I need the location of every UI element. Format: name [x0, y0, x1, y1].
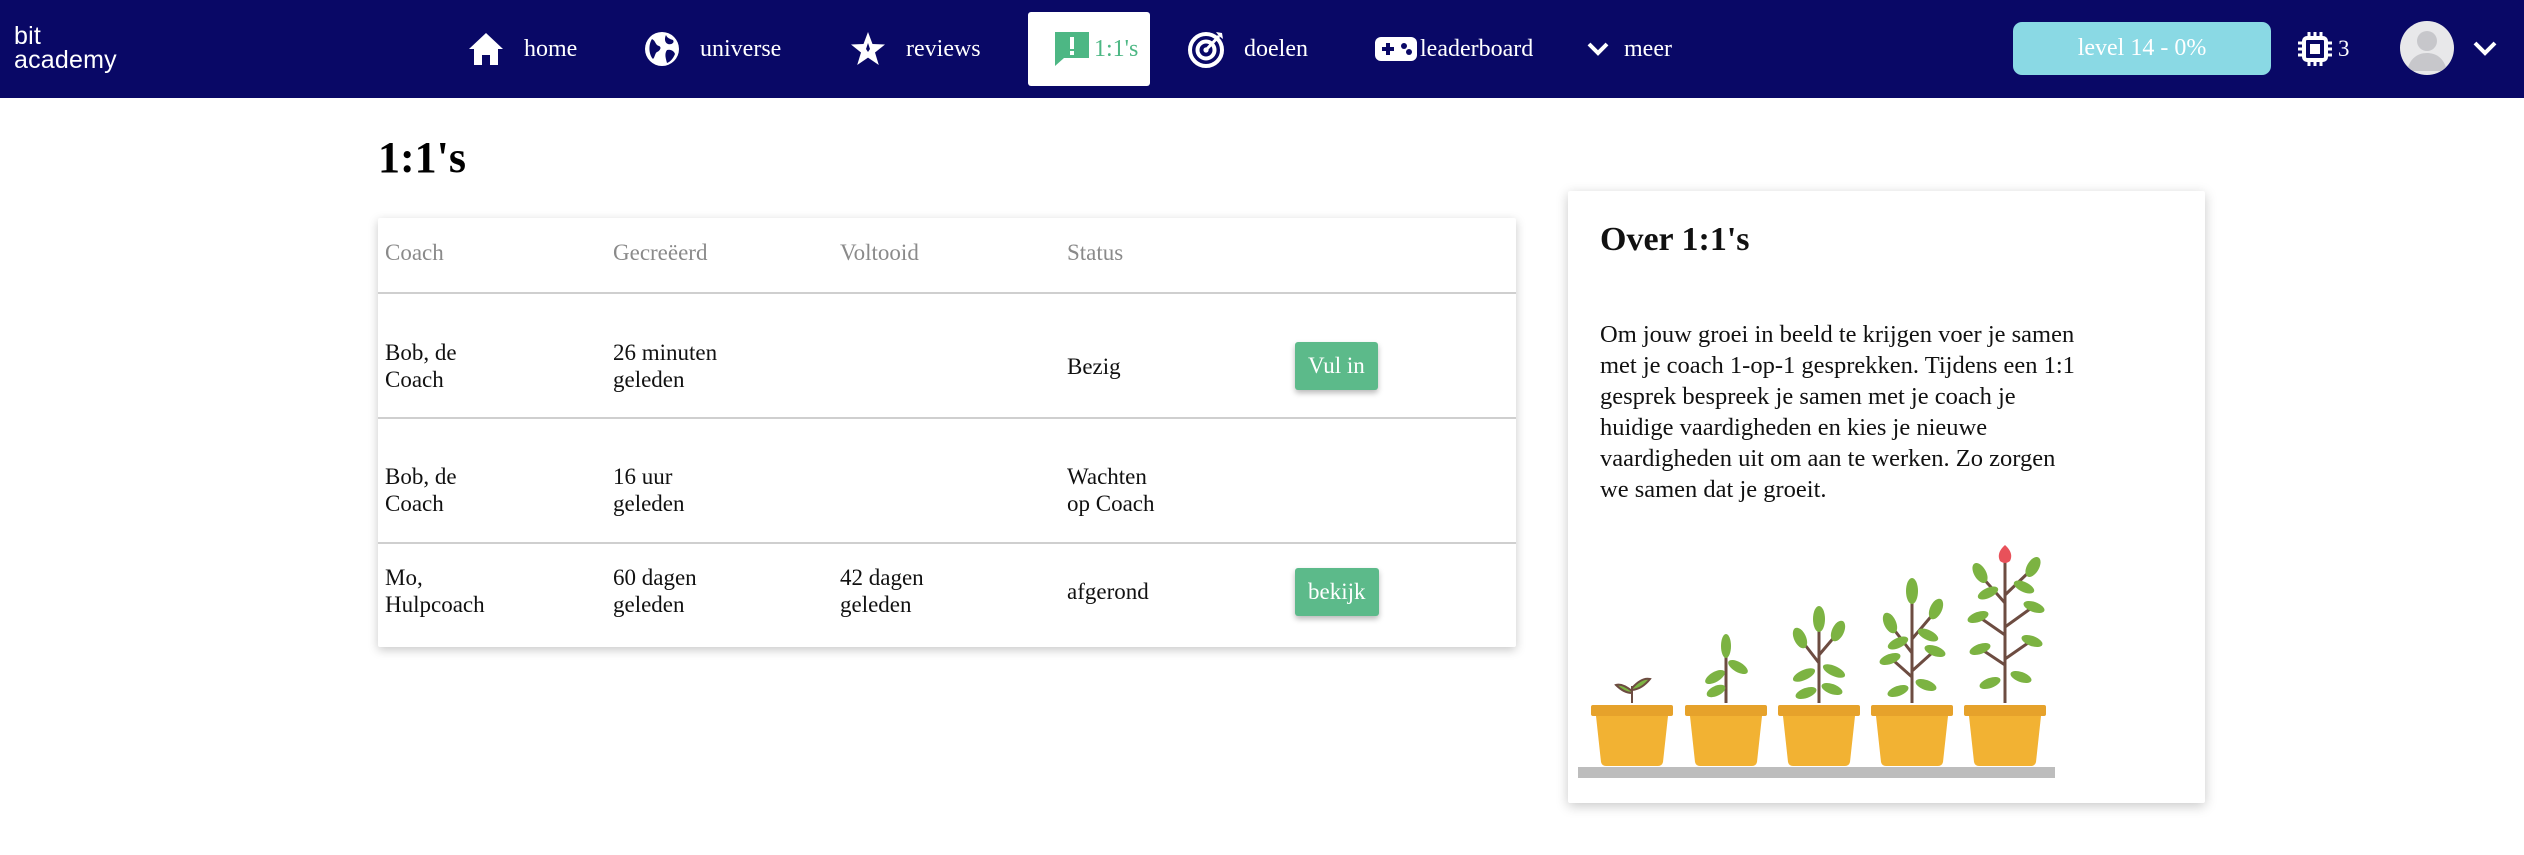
nav-label-reviews: reviews [906, 35, 981, 62]
plant-pot-2 [1685, 634, 1767, 766]
top-navbar: bit academy home universe reviews 1:1's … [0, 0, 2524, 98]
nav-label-one-on-ones: 1:1's [1094, 35, 1139, 62]
nav-item-home[interactable]: home [466, 12, 577, 86]
about-title: Over 1:1's [1600, 221, 1750, 258]
cell-created: 26 minuten geleden [613, 340, 718, 392]
header-status: Status [1067, 240, 1124, 265]
table-row: Bob, de Coach 26 minuten geleden Bezig V… [378, 294, 1516, 419]
nav-item-leaderboard[interactable]: leaderboard [1374, 12, 1533, 86]
credits-count: 3 [2338, 36, 2350, 61]
nav-label-leaderboard: leaderboard [1420, 35, 1534, 62]
cell-created: 16 uur geleden [613, 464, 685, 516]
plant-pot-5 [1964, 545, 2046, 766]
home-icon [466, 29, 506, 69]
header-completed: Voltooid [840, 240, 919, 265]
chip-icon [2296, 30, 2334, 68]
about-card: Over 1:1's Om jouw groei in beeld te kri… [1568, 191, 2205, 803]
fill-in-button[interactable]: Vul in [1295, 342, 1378, 390]
chat-exclamation-icon [1052, 29, 1092, 69]
table-row: Bob, de Coach 16 uur geleden Wachten op … [378, 419, 1516, 544]
about-text: Om jouw groei in beeld te krijgen voer j… [1600, 321, 2075, 503]
cell-status: Wachten op Coach [1067, 464, 1155, 516]
globe-icon [642, 29, 682, 69]
nav-label-meer: meer [1624, 35, 1672, 62]
plant-pot-3 [1778, 606, 1860, 766]
nav-item-reviews[interactable]: reviews [848, 12, 981, 86]
flower-bud [1998, 545, 2012, 563]
header-coach: Coach [385, 240, 444, 265]
cell-status: afgerond [1067, 579, 1149, 604]
credits-counter[interactable]: 3 [2296, 28, 2350, 70]
gamepad-icon [1374, 29, 1418, 69]
chevron-down-icon [1586, 29, 1610, 69]
view-button[interactable]: bekijk [1295, 568, 1379, 616]
table-header: Coach Gecreëerd Voltooid Status [378, 218, 1516, 294]
level-progress-button[interactable]: level 14 - 0% [2013, 22, 2271, 75]
account-menu-chevron-icon[interactable] [2470, 36, 2500, 60]
cell-coach: Mo, Hulpcoach [385, 565, 485, 617]
cell-completed: 42 dagen geleden [840, 565, 924, 617]
nav-label-home: home [524, 35, 578, 62]
avatar[interactable] [2400, 21, 2454, 75]
plant-pot-1 [1591, 677, 1673, 766]
nav-label-universe: universe [700, 35, 782, 62]
plant-pot-4 [1871, 578, 1953, 766]
nav-item-meer[interactable]: meer [1586, 12, 1672, 86]
table-row: Mo, Hulpcoach 60 dagen geleden 42 dagen … [378, 544, 1516, 647]
header-created: Gecreëerd [613, 240, 708, 265]
nav-item-one-on-ones[interactable]: 1:1's [1028, 12, 1151, 86]
shelf [1578, 767, 2055, 778]
logo-line-2: academy [14, 46, 117, 74]
bit-academy-logo[interactable]: bit academy [14, 22, 117, 74]
one-on-ones-table: Coach Gecreëerd Voltooid Status Bob, de … [378, 218, 1516, 647]
cell-coach: Bob, de Coach [385, 464, 457, 516]
page-title: 1:1's [378, 133, 466, 182]
nav-item-universe[interactable]: universe [642, 12, 781, 86]
growing-plants-illustration [1578, 545, 2055, 778]
cell-created: 60 dagen geleden [613, 565, 697, 617]
nav-item-doelen[interactable]: doelen [1186, 12, 1308, 86]
cell-status: Bezig [1067, 354, 1121, 379]
nav-label-doelen: doelen [1244, 35, 1308, 62]
cell-coach: Bob, de Coach [385, 340, 457, 392]
logo-line-1: bit [14, 22, 42, 50]
user-silhouette-icon [2407, 31, 2447, 71]
star-icon [848, 29, 888, 69]
target-icon [1186, 29, 1226, 69]
